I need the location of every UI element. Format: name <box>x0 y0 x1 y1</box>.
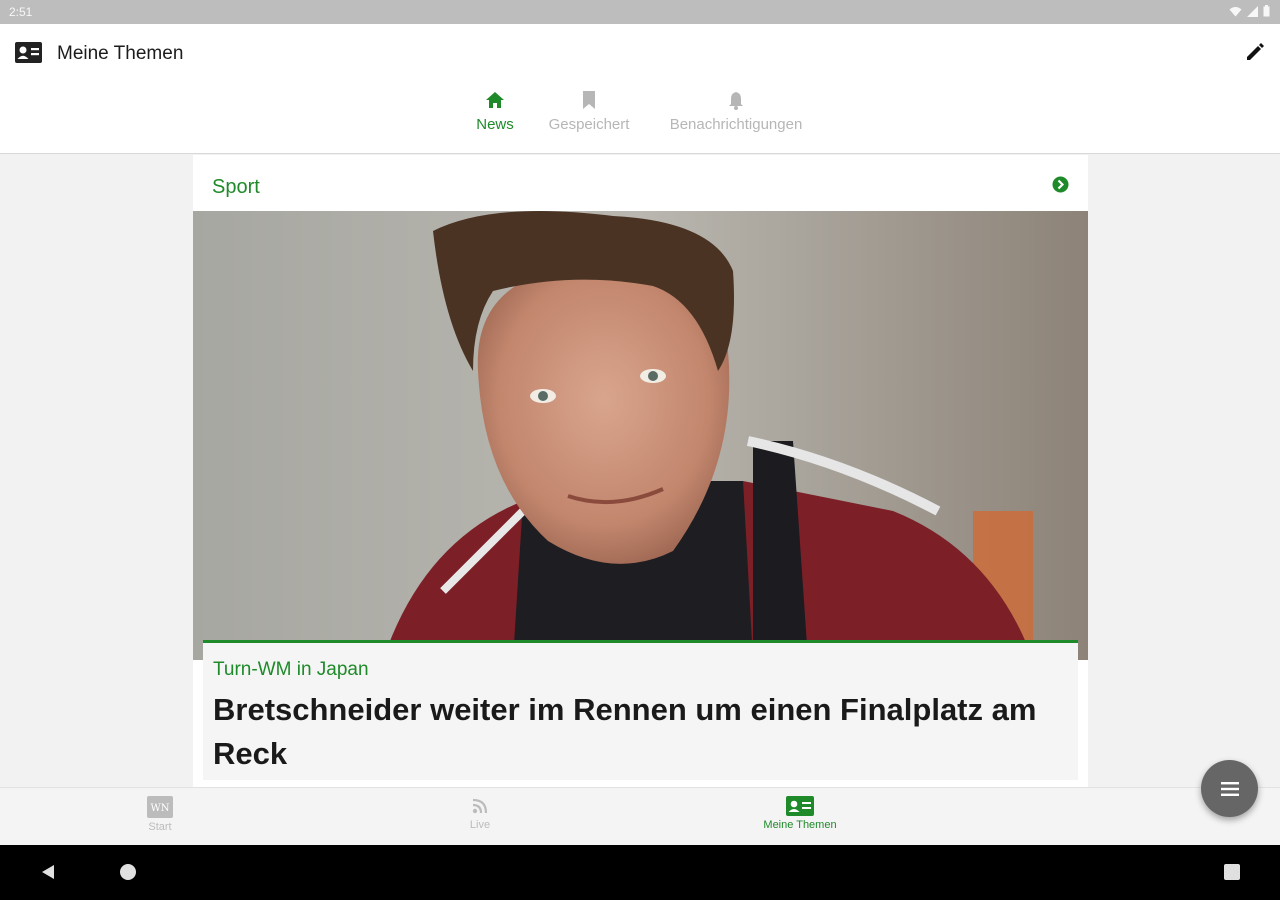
status-icons <box>1229 5 1270 17</box>
wn-logo-icon: WN <box>147 796 173 818</box>
article-teaser[interactable]: Turn-WM in Japan Bretschneider weiter im… <box>203 640 1078 780</box>
contact-card-icon <box>15 42 42 63</box>
top-tabs: News Gespeichert Benachrichtigungen <box>0 90 1280 146</box>
status-time: 2:51 <box>9 5 33 19</box>
bottom-nav-meine-themen[interactable]: Meine Themen <box>740 796 860 831</box>
menu-icon <box>1220 781 1239 796</box>
page-title: Meine Themen <box>57 43 184 64</box>
tab-benachrichtigungen[interactable]: Benachrichtigungen <box>660 90 812 133</box>
home-icon <box>486 92 504 108</box>
wifi-icon <box>1229 6 1242 16</box>
bell-icon <box>729 92 743 110</box>
battery-icon <box>1263 5 1270 17</box>
section-title: Sport <box>212 176 260 198</box>
bottom-nav-start[interactable]: WN Start <box>100 796 220 833</box>
signal-icon <box>1247 5 1258 17</box>
back-icon[interactable] <box>40 864 56 880</box>
svg-text:WN: WN <box>150 803 169 814</box>
bottom-nav-start-label: Start <box>148 821 172 833</box>
bookmark-icon <box>583 91 595 109</box>
portrait-photo <box>193 211 1088 660</box>
bottom-nav-live[interactable]: Live <box>420 796 540 831</box>
article-kicker: Turn-WM in Japan <box>213 659 369 680</box>
tab-gespeichert[interactable]: Gespeichert <box>543 90 635 133</box>
article-headline: Bretschneider weiter im Rennen um einen … <box>213 692 1037 771</box>
edit-icon[interactable] <box>1244 41 1266 63</box>
bottom-nav-meine-themen-label: Meine Themen <box>763 819 837 831</box>
topic-section-card: Sport Turn-WM in Japan Bretschneider wei… <box>193 155 1088 787</box>
contact-card-icon <box>786 796 814 816</box>
tab-benachrichtigungen-label: Benachrichtigungen <box>669 116 803 133</box>
article-photo[interactable] <box>193 211 1088 660</box>
menu-fab[interactable] <box>1201 760 1258 817</box>
bottom-nav-live-label: Live <box>469 819 491 831</box>
bottom-navigation: WN Start Live Meine Themen <box>0 787 1280 845</box>
home-button[interactable] <box>120 864 136 880</box>
app-bar: Meine Themen News Gespeichert Benachrich… <box>0 24 1280 154</box>
tab-news[interactable]: News <box>470 90 520 133</box>
tab-gespeichert-label: Gespeichert <box>548 116 630 133</box>
tab-news-label: News <box>476 116 514 133</box>
chevron-right-circle-icon[interactable] <box>1052 176 1069 193</box>
recents-button[interactable] <box>1224 864 1240 880</box>
section-header[interactable]: Sport <box>193 155 1088 211</box>
status-bar: 2:51 <box>0 0 1280 24</box>
rss-icon <box>472 798 488 814</box>
system-navigation-bar <box>0 845 1280 900</box>
